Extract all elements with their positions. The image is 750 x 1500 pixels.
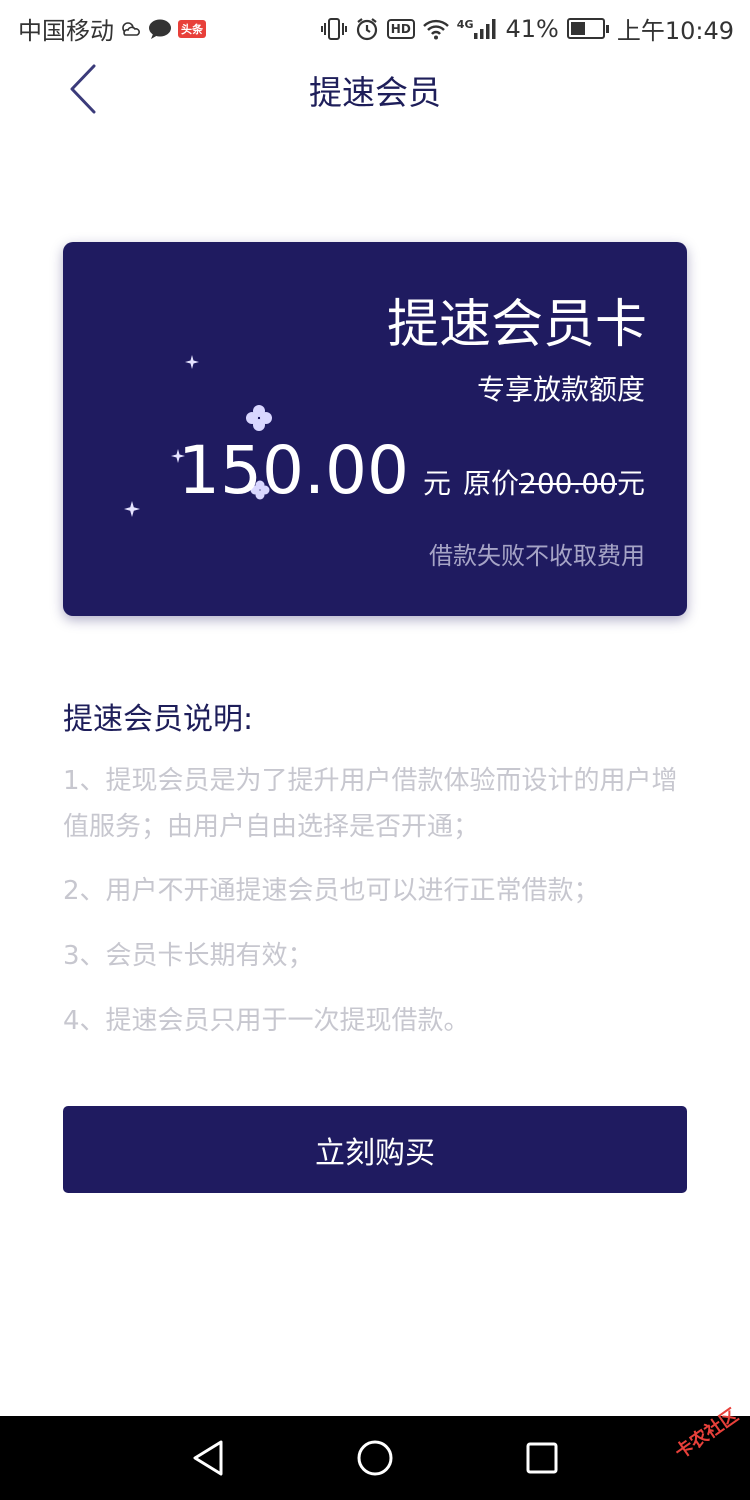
battery-percent: 41% [505, 14, 559, 43]
buy-now-button[interactable]: 立刻购买 [63, 1106, 687, 1193]
price-value: 150.00 [178, 432, 409, 509]
original-price-unit: 元 [616, 467, 645, 500]
original-price-label: 原价 [462, 467, 519, 500]
card-subtitle: 专享放款额度 [476, 373, 645, 406]
circle-home-icon [357, 1440, 393, 1476]
chat-icon [149, 19, 171, 39]
page-title: 提速会员 [309, 73, 441, 112]
signal-icon [474, 18, 496, 39]
nav-recents-button[interactable] [517, 1434, 567, 1482]
sparkle-icon [185, 355, 199, 369]
member-card: 提速会员卡 专享放款额度 150.00 元 原价 200.00 元 借款失败不收… [63, 242, 687, 616]
signal-indicator: 4G [457, 18, 498, 40]
status-right: HD 4G 41% 上午10:49 [320, 11, 734, 46]
square-recents-icon [526, 1442, 558, 1474]
price-unit: 元 [422, 467, 451, 500]
battery-tip [605, 24, 609, 33]
card-note: 借款失败不收取费用 [429, 542, 645, 570]
weather-icon [122, 21, 140, 36]
header: 提速会员 [0, 52, 750, 124]
status-left: 中国移动 头条 [18, 11, 206, 46]
battery-icon [566, 18, 609, 39]
sparkle-icon [246, 405, 272, 431]
navigation-bar [0, 1416, 750, 1500]
battery-fill [570, 22, 585, 35]
network-type-label: 4G [456, 17, 474, 31]
description-item: 3、会员卡长期有效； [63, 941, 314, 971]
card-title: 提速会员卡 [386, 295, 647, 355]
nav-home-button[interactable] [350, 1434, 400, 1482]
alarm-icon [356, 17, 377, 40]
wifi-icon [422, 19, 449, 39]
description-title: 提速会员说明: [63, 702, 254, 737]
description-item: 2、用户不开通提速会员也可以进行正常借款； [63, 876, 600, 906]
vibrate-icon [320, 17, 347, 40]
price-row: 150.00 元 原价 200.00 元 [178, 432, 645, 509]
original-price-value: 200.00 [519, 467, 617, 500]
carrier-label: 中国移动 [18, 17, 114, 45]
nav-back-button[interactable] [183, 1434, 233, 1482]
news-app-icon: 头条 [178, 19, 206, 38]
clock: 上午10:49 [616, 17, 734, 45]
description-item: 1、提现会员是为了提升用户借款体验而设计的用户增值服务；由用户自由选择是否开通； [63, 766, 678, 842]
hd-icon: HD [386, 18, 415, 39]
triangle-back-icon [193, 1440, 223, 1476]
description-item: 4、提速会员只用于一次提现借款。 [63, 1006, 470, 1036]
sparkle-icon [124, 501, 140, 517]
battery-body [566, 18, 605, 39]
status-bar: 中国移动 头条 HD 4G 41% 上午10:49 [0, 0, 750, 52]
